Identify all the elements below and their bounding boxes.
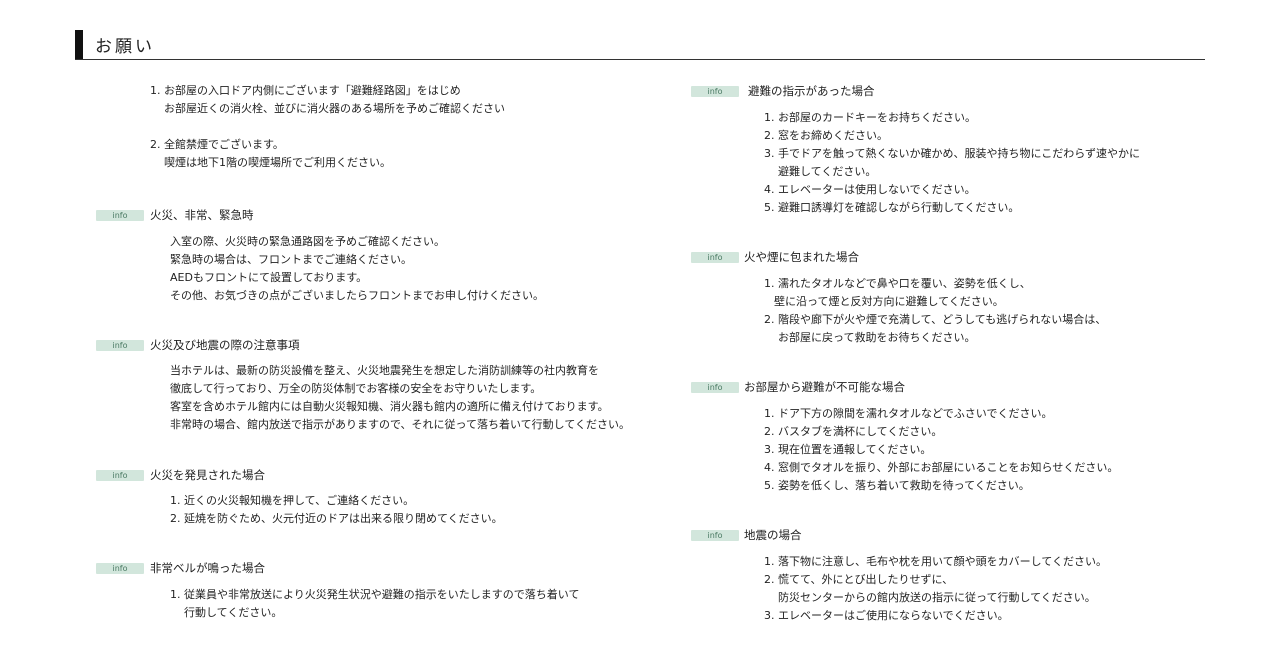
paragraph-line: AEDもフロントにて設置しております。	[170, 271, 368, 284]
list-item: 2. 階段や廊下が火や煙で充満して、どうしても逃げられない場合は、	[764, 313, 1107, 326]
section-body-emergency: 入室の際、火災時の緊急通路図を予めご確認ください。 緊急時の場合は、フロントまで…	[170, 233, 544, 305]
section-title: お部屋から避難が不可能な場合	[744, 380, 905, 394]
section-title: 避難の指示があった場合	[748, 84, 875, 98]
list-item-continued: 喫煙は地下1階の喫煙場所でご利用ください。	[164, 156, 391, 169]
list-item: 2. バスタブを満杯にしてください。	[764, 425, 943, 438]
list-item: 4. エレベーターは使用しないでください。	[764, 183, 976, 196]
section-list-cannot-evacuate: 1. ドア下方の隙間を濡れタオルなどでふさいでください。 2. バスタブを満杯にして…	[764, 405, 1118, 495]
paragraph-line: 当ホテルは、最新の防災設備を整え、火災地震発生を想定した消防訓練等の社内教育を	[170, 364, 599, 377]
list-item-continued: 壁に沿って煙と反対方向に避難してください。	[774, 295, 1004, 308]
list-item: 4. 窓側でタオルを振り、外部にお部屋にいることをお知らせください。	[764, 461, 1119, 474]
list-item: 3. 手でドアを触って熱くないか確かめ、服装や持ち物にこだわらず速やかに	[764, 147, 1141, 160]
section-title: 非常ベルが鳴った場合	[150, 561, 265, 575]
list-item-continued: 防災センターからの館内放送の指示に従って行動してください。	[778, 591, 1096, 604]
list-item-continued: お部屋に戻って救助をお待ちください。	[778, 331, 976, 344]
section-list-quake: 1. 落下物に注意し、毛布や枕を用いて顔や頭をカバーしてください。 2. 慌てて、外…	[764, 553, 1107, 625]
info-badge: info	[96, 210, 144, 221]
list-item: 2. 全館禁煙でございます。	[150, 138, 284, 151]
section-list-fire-found: 1. 近くの火災報知機を押して、ご連絡ください。 2. 延焼を防ぐため、火元付近のド…	[170, 492, 503, 528]
list-item: 1. 近くの火災報知機を押して、ご連絡ください。	[170, 494, 415, 507]
list-item: 1. お部屋のカードキーをお持ちください。	[764, 111, 976, 124]
section-list-bell: 1. 従業員や非常放送により火災発生状況や避難の指示をいたしますので落ち着いて 行…	[170, 586, 579, 622]
list-item: 2. 慌てて、外にとび出したりせずに、	[764, 573, 954, 586]
list-item: 1. 濡れたタオルなどで鼻や口を覆い、姿勢を低くし、	[764, 277, 1031, 290]
list-item: 5. 避難口誘導灯を確認しながら行動してください。	[764, 201, 1020, 214]
page-header: お願い	[75, 30, 1205, 60]
list-item-continued: 避難してください。	[778, 165, 877, 178]
list-item: 1. ドア下方の隙間を濡れタオルなどでふさいでください。	[764, 407, 1053, 420]
section-title: 火災及び地震の際の注意事項	[150, 338, 300, 352]
info-badge: info	[96, 470, 144, 481]
list-item: 5. 姿勢を低くし、落ち着いて救助を待ってください。	[764, 479, 1030, 492]
section-title: 火や煙に包まれた場合	[744, 250, 859, 264]
section-body-notes: 当ホテルは、最新の防災設備を整え、火災地震発生を想定した消防訓練等の社内教育を …	[170, 362, 630, 434]
info-badge: info	[96, 563, 144, 574]
list-item: 1. 従業員や非常放送により火災発生状況や避難の指示をいたしますので落ち着いて	[170, 588, 580, 601]
list-item: 1. お部屋の入口ドア内側にございます「避難経路図」をはじめ	[150, 84, 461, 97]
list-item-continued: 行動してください。	[184, 606, 283, 619]
list-item: 3. 現在位置を通報してください。	[764, 443, 932, 456]
info-badge: info	[691, 530, 739, 541]
title-accent-bar	[75, 30, 83, 59]
paragraph-line: 徹底して行っており、万全の防災体制でお客様の安全をお守りいたします。	[170, 382, 542, 395]
paragraph-line: 入室の際、火災時の緊急通路図を予めご確認ください。	[170, 235, 445, 248]
list-item: 2. 窓をお締めください。	[764, 129, 888, 142]
list-item-continued: お部屋近くの消火栓、並びに消火器のある場所を予めご確認ください	[164, 102, 505, 115]
info-badge: info	[96, 340, 144, 351]
paragraph-line: 非常時の場合、館内放送で指示がありますので、それに従って落ち着いて行動してくださ…	[170, 418, 631, 431]
section-title: 火災を発見された場合	[150, 468, 265, 482]
list-item: 2. 延焼を防ぐため、火元付近のドアは出来る限り閉めてください。	[170, 512, 503, 525]
info-badge: info	[691, 252, 739, 263]
paragraph-line: 緊急時の場合は、フロントまでご連絡ください。	[170, 253, 412, 266]
info-badge: info	[691, 382, 739, 393]
list-item: 3. エレベーターはご使用にならないでください。	[764, 609, 1009, 622]
intro-list-2: 2. 全館禁煙でございます。 喫煙は地下1階の喫煙場所でご利用ください。	[150, 136, 391, 172]
info-badge: info	[691, 86, 739, 97]
section-title: 火災、非常、緊急時	[150, 208, 254, 222]
intro-list: 1. お部屋の入口ドア内側にございます「避難経路図」をはじめ お部屋近くの消火栓、…	[150, 82, 505, 118]
list-item: 1. 落下物に注意し、毛布や枕を用いて顔や頭をカバーしてください。	[764, 555, 1108, 568]
paragraph-line: その他、お気づきの点がございましたらフロントまでお申し付けください。	[170, 289, 544, 302]
section-title: 地震の場合	[744, 528, 802, 542]
section-list-smoke: 1. 濡れたタオルなどで鼻や口を覆い、姿勢を低くし、 壁に沿って煙と反対方向に避難…	[764, 275, 1106, 347]
page-title: お願い	[95, 37, 155, 57]
paragraph-line: 客室を含めホテル館内には自動火災報知機、消火器も館内の適所に備え付けております。	[170, 400, 609, 413]
section-list-evacuation: 1. お部屋のカードキーをお持ちください。 2. 窓をお締めください。 3. 手でドア…	[764, 109, 1140, 217]
